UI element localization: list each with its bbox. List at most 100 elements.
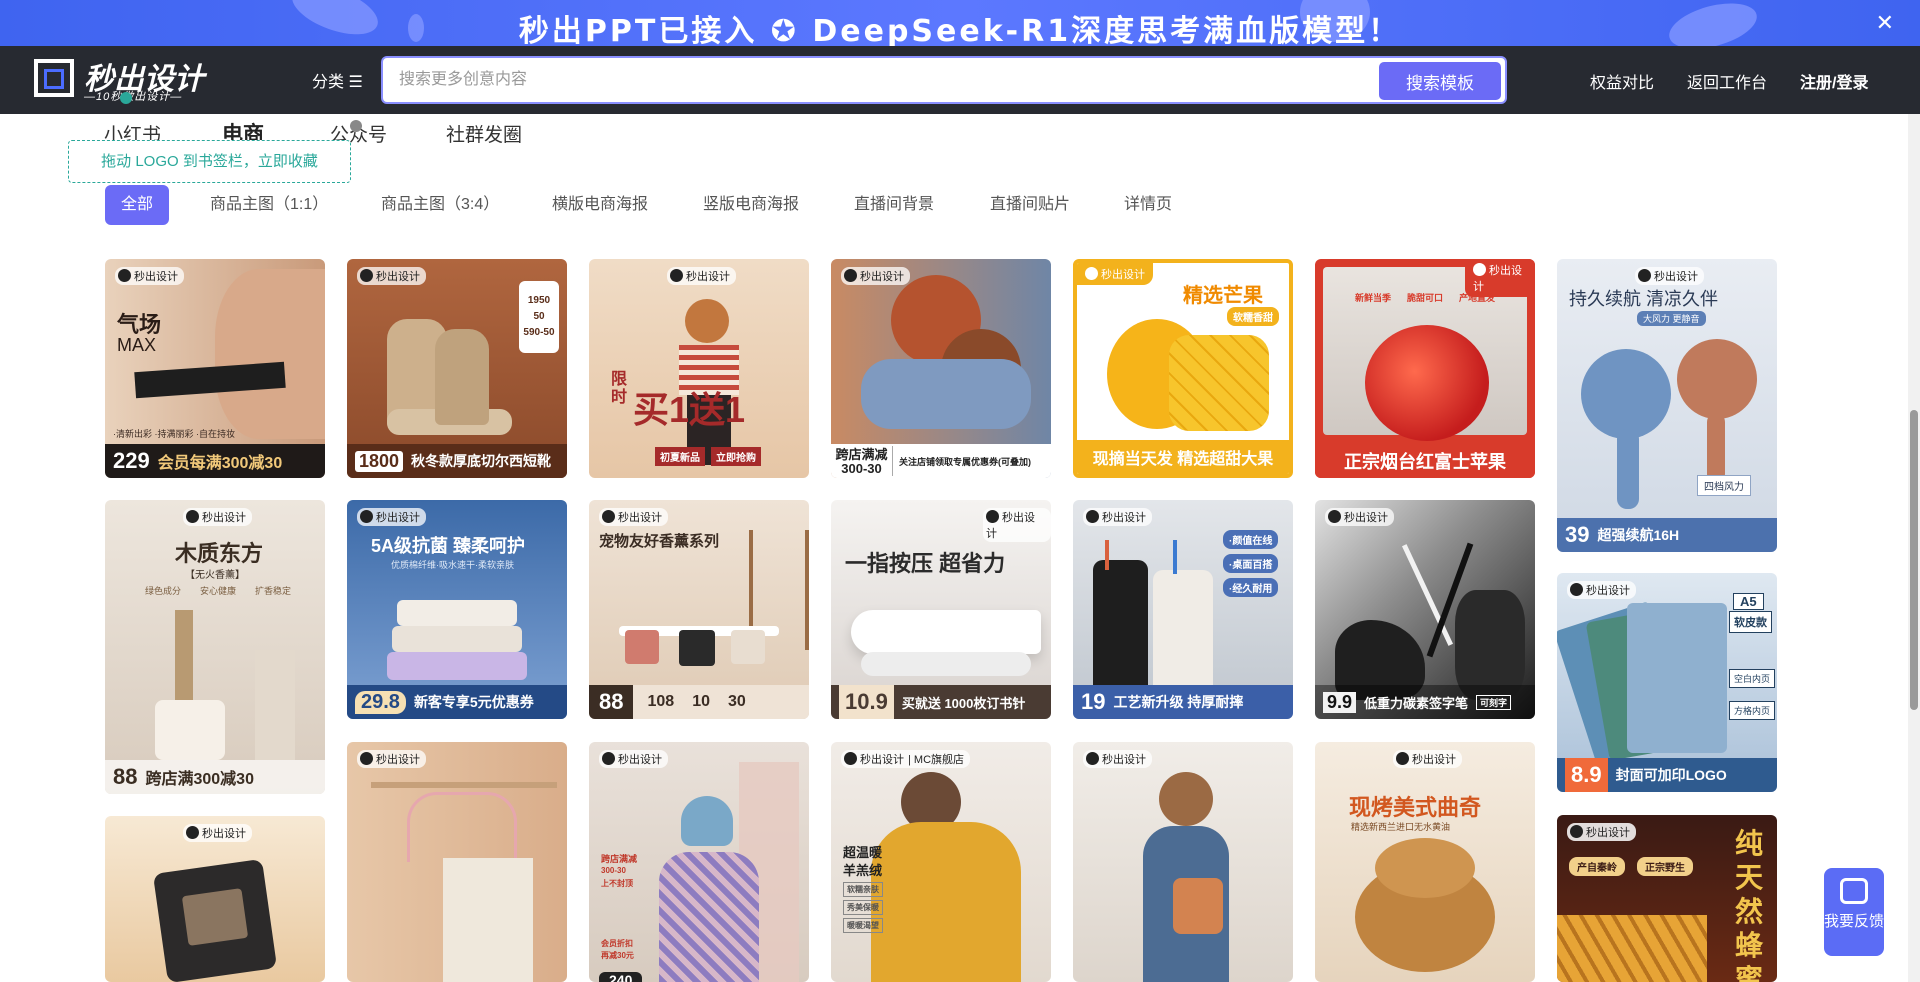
- template-card[interactable]: 秒出设计 现烤美式曲奇 精选新西兰进口无水黄油: [1315, 742, 1535, 982]
- chip-product-main-1-1[interactable]: 商品主图（1:1）: [210, 185, 328, 225]
- price-strip: 跨店满减 300-30 关注店铺领取专属优惠券(可叠加): [831, 444, 1051, 478]
- promo-text: 现摘当天发 精选超甜大果: [1092, 451, 1274, 468]
- card-tag: 脆甜可口: [1407, 293, 1444, 303]
- price: 8.9: [1565, 758, 1608, 792]
- product-image: [1707, 413, 1725, 483]
- card-badge: 立即抢购: [711, 447, 761, 466]
- product-image: [392, 626, 522, 652]
- template-card[interactable]: 秒出设计 气场 MAX ·清新出彩 ·持满丽彩 ·自在持妆 229 会员每满30…: [105, 259, 325, 478]
- chip-live-sticker[interactable]: 直播间贴片: [990, 185, 1070, 225]
- watermark: 秒出设计: [357, 267, 426, 285]
- workspace-link[interactable]: 返回工作台: [1687, 69, 1767, 93]
- chip-detail-page[interactable]: 详情页: [1124, 185, 1172, 225]
- scrollbar-thumb[interactable]: [1910, 410, 1918, 710]
- product-image: [155, 700, 225, 760]
- card-tag: 秀美保暖: [843, 900, 883, 915]
- price-strip: 19 工艺新升级 持厚耐摔: [1073, 685, 1293, 719]
- card-side-text: 限时: [611, 371, 628, 406]
- template-card[interactable]: 1950 50 590-50 秒出设计 1800 秋冬款厚底切尔西短靴: [347, 259, 567, 478]
- template-card[interactable]: 秒出设计 新鲜当季 脆甜可口 产地直发 正宗烟台红富士苹果: [1315, 259, 1535, 478]
- chip-vertical-poster[interactable]: 竖版电商海报: [703, 185, 799, 225]
- watermark: 秒出设计: [357, 508, 426, 526]
- product-image: [1093, 560, 1148, 690]
- template-card[interactable]: 秒出设计: [1073, 742, 1293, 982]
- product-image: [861, 652, 1031, 676]
- tab-community-post[interactable]: 社群发圈: [446, 120, 522, 147]
- product-image: [255, 650, 295, 760]
- card-badge: 可刻字: [1476, 694, 1512, 710]
- product-image: [1677, 339, 1757, 419]
- product-image: [1581, 349, 1671, 439]
- card-tag: 产自秦岭: [1569, 857, 1625, 876]
- search-template-button[interactable]: 搜索模板: [1379, 62, 1501, 100]
- promo-banner[interactable]: 秒出PPT已接入 ✪ DeepSeek-R1深度思考满血版模型！ ✕: [0, 0, 1920, 46]
- price-strip: 正宗烟台红富士苹果: [1315, 444, 1535, 478]
- promo-text: 正宗烟台红富士苹果: [1344, 452, 1506, 472]
- watermark: 秒出设计: [1635, 267, 1704, 285]
- watermark: 秒出设计: [667, 267, 736, 285]
- price: 10.9: [839, 685, 894, 719]
- promo-text: 封面可加印LOGO: [1615, 767, 1727, 783]
- page-scrollbar[interactable]: [1908, 114, 1920, 982]
- template-card[interactable]: 秒出设计 木质东方 【无火香薰】 绿色成分 安心健康 扩香稳定 88 跨店满30…: [105, 500, 325, 794]
- chip-all[interactable]: 全部: [105, 185, 170, 225]
- product-image: [1557, 915, 1707, 982]
- feedback-button[interactable]: 我要反馈: [1824, 868, 1884, 956]
- product-image: [851, 610, 1041, 654]
- template-card[interactable]: 秒出设计 持久续航 清凉久伴 大风力 更静音 四档风力 39 超强续航16H: [1557, 259, 1777, 552]
- template-card[interactable]: 秒出设计 限时 买1送1 初夏新品 立即抢购: [589, 259, 809, 478]
- product-image: [1455, 590, 1525, 700]
- promo-label: 跨店满减 300-30: [831, 446, 893, 476]
- card-tag: 扩香稳定: [255, 586, 292, 596]
- product-image: [1617, 429, 1639, 509]
- login-register-link[interactable]: 注册/登录: [1800, 69, 1868, 93]
- template-card[interactable]: 秒出设计 ·颜值在线 ·桌面百搭 ·经久耐用 19 工艺新升级 持厚耐摔: [1073, 500, 1293, 719]
- price-strip: 39 超强续航16H: [1557, 518, 1777, 552]
- template-card[interactable]: 秒出设计 9.9 低重力碳素签字笔 可刻字: [1315, 500, 1535, 719]
- tooltip-close-icon[interactable]: [350, 120, 362, 132]
- benefits-compare-link[interactable]: 权益对比: [1590, 69, 1654, 93]
- template-card[interactable]: 秒出设计: [347, 742, 567, 982]
- feedback-label: 我要反馈: [1824, 913, 1885, 930]
- product-image: [443, 858, 533, 982]
- card-title: 一指按压 超省力: [845, 551, 1006, 576]
- price: 9.9: [1323, 691, 1357, 713]
- template-card[interactable]: 秒出设计 产自秦岭 正宗野生 纯天然蜂蜜: [1557, 815, 1777, 982]
- category-menu-button[interactable]: 分类 ☰: [312, 68, 363, 92]
- card-tag: ·经久耐用: [1223, 578, 1279, 597]
- promo-text: 跨店满300减30: [145, 771, 254, 788]
- close-icon[interactable]: ✕: [1876, 10, 1894, 36]
- template-card[interactable]: 秒出设计 一指按压 超省力 10.9 买就送 1000枚订书针: [831, 500, 1051, 719]
- chip-horizontal-poster[interactable]: 横版电商海报: [552, 185, 648, 225]
- card-tag: 产地直发: [1459, 293, 1496, 303]
- product-image: [685, 299, 729, 343]
- template-card[interactable]: 秒出设计 | MC旗舰店 超温暖 羊羔绒 软糯亲肤 秀美保暖 暖暖渴望: [831, 742, 1051, 982]
- template-card[interactable]: 秒出设计 精选芒果 软糯香甜 现摘当天发 精选超甜大果: [1073, 259, 1293, 478]
- search-input[interactable]: [399, 58, 1299, 102]
- template-card[interactable]: 秒出设计: [105, 816, 325, 982]
- product-image: [679, 630, 715, 666]
- card-features: ·清新出彩 ·持满丽彩 ·自在持妆: [113, 429, 235, 439]
- template-card[interactable]: 秒出设计 跨店满减 300-30 上不封顶 会员折扣 再减30元 240: [589, 742, 809, 982]
- card-tag: 再减30元: [601, 951, 634, 960]
- watermark: 秒出设计: [183, 508, 252, 526]
- stat-value: 30: [727, 693, 746, 710]
- product-image: [1365, 325, 1489, 441]
- watermark: 秒出设计: [599, 508, 668, 526]
- card-tag: 暖暖渴望: [843, 918, 883, 933]
- card-title: 精选芒果: [1183, 285, 1263, 307]
- template-card[interactable]: 秒出设计 宠物友好香薰系列 88 108 10 30: [589, 500, 809, 719]
- product-image: [1627, 603, 1727, 753]
- chip-product-main-3-4[interactable]: 商品主图（3:4）: [381, 185, 499, 225]
- price-strip: 10.9 买就送 1000枚订书针: [831, 685, 1051, 719]
- price-strip: 1800 秋冬款厚底切尔西短靴: [347, 444, 567, 478]
- card-tag: 新鲜当季: [1355, 293, 1392, 303]
- template-card[interactable]: 秒出设计 5A级抗菌 臻柔呵护 优质棉纤维·吸水速干·柔软亲肤 29.8 新客专…: [347, 500, 567, 719]
- template-card[interactable]: 秒出设计 A5 软皮款 空白内页 方格内页 8.9 封面可加印LOGO: [1557, 573, 1777, 792]
- template-card[interactable]: 秒出设计 跨店满减 300-30 关注店铺领取专属优惠券(可叠加): [831, 259, 1051, 478]
- watermark: 秒出设计: [1077, 263, 1153, 285]
- card-tag: ·桌面百搭: [1223, 554, 1279, 573]
- price-strip: 88 跨店满300减30: [105, 760, 325, 794]
- watermark: 秒出设计: [115, 267, 184, 285]
- chip-live-background[interactable]: 直播间背景: [854, 185, 934, 225]
